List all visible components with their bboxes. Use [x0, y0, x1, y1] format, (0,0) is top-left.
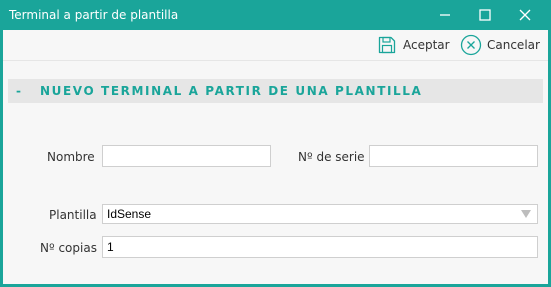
- maximize-button[interactable]: [465, 0, 505, 30]
- toolbar: Aceptar Cancelar: [3, 30, 548, 61]
- nombre-label: Nombre: [47, 150, 95, 164]
- dialog-content: Aceptar Cancelar - NUEVO TERMINAL A PART…: [3, 30, 548, 284]
- dropdown-arrow-icon: [521, 210, 531, 218]
- section-collapse-toggle[interactable]: -: [16, 84, 28, 98]
- save-icon: [376, 34, 398, 56]
- close-icon: [519, 9, 531, 21]
- cancel-button-label: Cancelar: [487, 38, 540, 52]
- section-header: - NUEVO TERMINAL A PARTIR DE UNA PLANTIL…: [8, 79, 543, 103]
- window-title: Terminal a partir de plantilla: [9, 8, 179, 22]
- accept-button[interactable]: Aceptar: [376, 33, 450, 57]
- plantilla-label: Plantilla: [49, 208, 97, 222]
- plantilla-select[interactable]: IdSense: [102, 204, 538, 224]
- nombre-input[interactable]: [102, 145, 271, 167]
- copias-label: Nº copias: [40, 241, 97, 255]
- plantilla-selected-value: IdSense: [107, 207, 152, 221]
- serie-label: Nº de serie: [298, 150, 365, 164]
- close-window-button[interactable]: [505, 0, 545, 30]
- serie-input[interactable]: [369, 145, 538, 167]
- minimize-icon: [440, 14, 450, 16]
- title-bar[interactable]: Terminal a partir de plantilla: [0, 0, 551, 30]
- cancel-button[interactable]: Cancelar: [460, 33, 540, 57]
- dialog-window: Terminal a partir de plantilla Aceptar C…: [0, 0, 551, 287]
- copias-input[interactable]: [102, 236, 538, 258]
- minimize-button[interactable]: [425, 0, 465, 30]
- close-circle-icon: [460, 34, 482, 56]
- accept-button-label: Aceptar: [403, 38, 450, 52]
- section-title: NUEVO TERMINAL A PARTIR DE UNA PLANTILLA: [40, 84, 423, 98]
- maximize-icon: [479, 9, 491, 21]
